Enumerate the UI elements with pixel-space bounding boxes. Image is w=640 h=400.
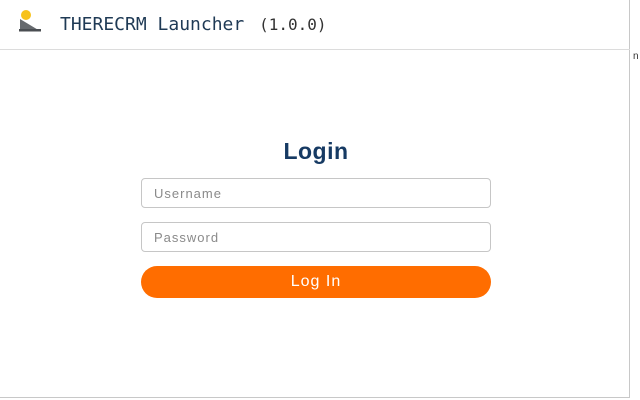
launcher-window: THERECRM Launcher (1.0.0) Login Log In [0, 0, 630, 398]
username-input[interactable] [141, 178, 491, 208]
app-version: (1.0.0) [259, 15, 327, 34]
therecrm-logo-icon [18, 9, 42, 33]
app-name: THERECRM Launcher [60, 14, 245, 35]
app-header: THERECRM Launcher (1.0.0) [0, 0, 630, 50]
login-form: Login Log In [141, 136, 491, 298]
app-title: THERECRM Launcher (1.0.0) [60, 13, 327, 37]
login-button[interactable]: Log In [141, 266, 491, 298]
login-title: Login [283, 138, 349, 164]
edge-text-fragment: n [633, 51, 639, 62]
password-input[interactable] [141, 222, 491, 252]
